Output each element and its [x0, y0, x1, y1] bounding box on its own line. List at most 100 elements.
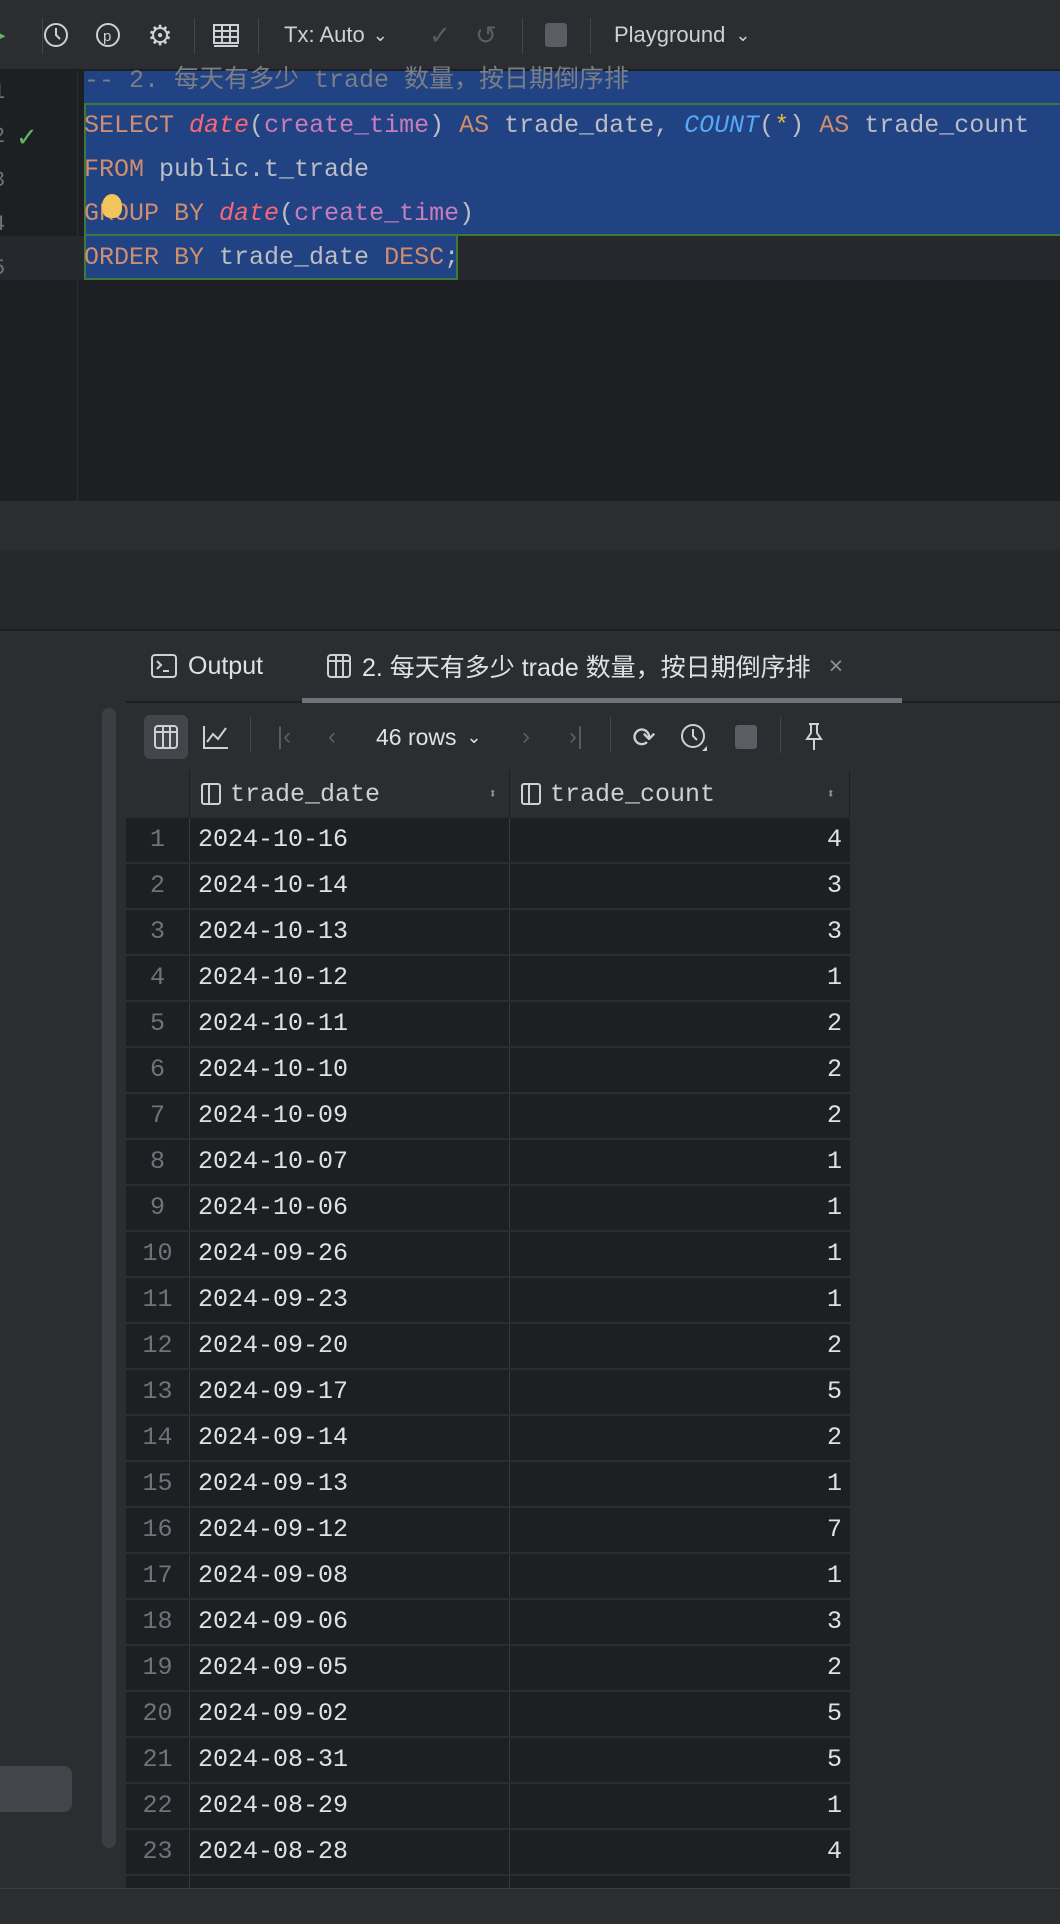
panel-gap	[0, 550, 1060, 630]
row-number: 22	[126, 1784, 190, 1828]
column-header-trade-count[interactable]: trade_count ⬍	[510, 770, 850, 818]
column-label: trade_date	[230, 779, 381, 809]
sort-icon[interactable]: ⬍	[489, 786, 497, 803]
cell-trade-count: 2	[826, 1653, 842, 1682]
table-row[interactable]: 5 2024-10-11 2	[126, 1002, 850, 1048]
table-row[interactable]: 2 2024-10-14 3	[126, 864, 850, 910]
table-row[interactable]: 16 2024-09-12 7	[126, 1508, 850, 1554]
table-row[interactable]: 23 2024-08-28 4	[126, 1830, 850, 1876]
results-tabs: Output 2. 每天有多少 trade 数量，按日期倒序排 ×	[126, 631, 1060, 703]
cell-trade-date: 2024-08-31	[190, 1738, 510, 1782]
cell-trade-date: 2024-09-08	[190, 1554, 510, 1598]
cell-trade-count: 2	[826, 1101, 842, 1130]
table-row[interactable]: 4 2024-10-12 1	[126, 956, 850, 1002]
table-row[interactable]: 1 2024-10-16 4	[126, 818, 850, 864]
table-row[interactable]: 22 2024-08-29 1	[126, 1784, 850, 1830]
table-row[interactable]: 8 2024-10-07 1	[126, 1140, 850, 1186]
row-number: 18	[126, 1600, 190, 1644]
prev-page-icon[interactable]: ‹	[312, 717, 352, 757]
sort-icon[interactable]: ⬍	[827, 786, 835, 803]
tab-output[interactable]: Output	[150, 631, 263, 701]
cell-trade-date: 2024-09-23	[190, 1278, 510, 1322]
table-row[interactable]: 19 2024-09-05 2	[126, 1646, 850, 1692]
line-number: 5	[0, 247, 5, 291]
cell-trade-date: 2024-09-20	[190, 1324, 510, 1368]
line-number: 2	[0, 115, 5, 159]
table-row[interactable]: 14 2024-09-14 2	[126, 1416, 850, 1462]
row-number: 23	[126, 1830, 190, 1874]
cell-trade-count: 5	[826, 1745, 842, 1774]
first-page-icon[interactable]: |‹	[264, 717, 304, 757]
lightbulb-icon[interactable]	[102, 194, 122, 218]
cell-trade-date: 2024-10-14	[190, 864, 510, 908]
cell-trade-count: 1	[826, 1285, 842, 1314]
row-number: 16	[126, 1508, 190, 1552]
column-label: trade_count	[550, 779, 716, 809]
cell-trade-date: 2024-10-07	[190, 1140, 510, 1184]
cell-trade-date: 2024-10-12	[190, 956, 510, 1000]
row-number: 5	[126, 1002, 190, 1046]
editor-gutter	[0, 71, 78, 501]
run-icon[interactable]: ▸	[0, 0, 6, 70]
history-icon[interactable]	[40, 0, 72, 70]
next-page-icon[interactable]: ›	[506, 717, 546, 757]
cell-trade-count: 5	[826, 1699, 842, 1728]
cell-trade-count: 2	[826, 1055, 842, 1084]
clock-icon[interactable]	[674, 717, 714, 757]
row-number: 15	[126, 1462, 190, 1506]
scrollbar[interactable]	[102, 708, 116, 1848]
rows-count-dropdown[interactable]: 46 rows ⌄	[376, 717, 482, 757]
divider	[194, 18, 195, 54]
divider	[590, 18, 591, 54]
pin-icon[interactable]	[794, 717, 834, 757]
table-row[interactable]: 12 2024-09-20 2	[126, 1324, 850, 1370]
cell-trade-count: 1	[826, 1561, 842, 1590]
table-row[interactable]: 10 2024-09-26 1	[126, 1232, 850, 1278]
table-row[interactable]: 7 2024-10-09 2	[126, 1094, 850, 1140]
table-row[interactable]: 20 2024-09-02 5	[126, 1692, 850, 1738]
tab-query-result[interactable]: 2. 每天有多少 trade 数量，按日期倒序排 ×	[326, 631, 843, 701]
stop-icon[interactable]	[726, 717, 766, 757]
cell-trade-date: 2024-10-06	[190, 1186, 510, 1230]
close-icon[interactable]: ×	[829, 652, 844, 681]
refresh-icon[interactable]: ⟳	[624, 717, 664, 757]
table-row[interactable]: 9 2024-10-06 1	[126, 1186, 850, 1232]
column-icon	[521, 783, 541, 805]
cell-trade-count: 3	[826, 917, 842, 946]
table-row[interactable]: 15 2024-09-13 1	[126, 1462, 850, 1508]
table-row[interactable]: 6 2024-10-10 2	[126, 1048, 850, 1094]
cell-trade-count: 1	[826, 1469, 842, 1498]
cell-trade-count: 4	[826, 825, 842, 854]
table-row[interactable]: 13 2024-09-17 5	[126, 1370, 850, 1416]
column-icon	[201, 783, 221, 805]
column-header-trade-date[interactable]: trade_date ⬍	[190, 770, 510, 818]
divider	[610, 717, 611, 753]
chart-view-icon[interactable]	[196, 717, 236, 757]
cell-trade-date: 2024-10-16	[190, 818, 510, 862]
table-row[interactable]: 18 2024-09-06 3	[126, 1600, 850, 1646]
table-row[interactable]: 11 2024-09-23 1	[126, 1278, 850, 1324]
divider	[258, 18, 259, 54]
table-view-icon[interactable]	[144, 715, 188, 759]
code-line-3: FROM public.t_trade	[84, 155, 370, 184]
code-line-1: -- 2. 每天有多少 trade 数量，按日期倒序排	[84, 59, 629, 103]
table-row[interactable]: 17 2024-09-08 1	[126, 1554, 850, 1600]
sql-editor[interactable]: 1 2 ✓ 3 4 5 -- 2. 每天有多少 trade 数量，按日期倒序排 …	[0, 66, 1060, 501]
sidebar-selected-item[interactable]	[0, 1766, 72, 1812]
sql-comment: -- 2. 每天有多少 trade 数量，按日期倒序排	[84, 66, 630, 95]
status-bar	[0, 1888, 1060, 1924]
tab-label: Output	[188, 651, 264, 680]
cell-trade-count: 1	[826, 1239, 842, 1268]
row-number: 11	[126, 1278, 190, 1322]
table-row[interactable]: 3 2024-10-13 3	[126, 910, 850, 956]
row-number: 1	[126, 818, 190, 862]
last-page-icon[interactable]: ›|	[556, 717, 596, 757]
cell-trade-count: 2	[826, 1423, 842, 1452]
schema-dropdown[interactable]: Playground ⌄	[614, 0, 750, 70]
check-icon: ✓	[16, 122, 38, 152]
cell-trade-count: 2	[826, 1009, 842, 1038]
row-number: 21	[126, 1738, 190, 1782]
cell-trade-date: 2024-09-02	[190, 1692, 510, 1736]
cell-trade-count: 4	[826, 1837, 842, 1866]
table-row[interactable]: 21 2024-08-31 5	[126, 1738, 850, 1784]
